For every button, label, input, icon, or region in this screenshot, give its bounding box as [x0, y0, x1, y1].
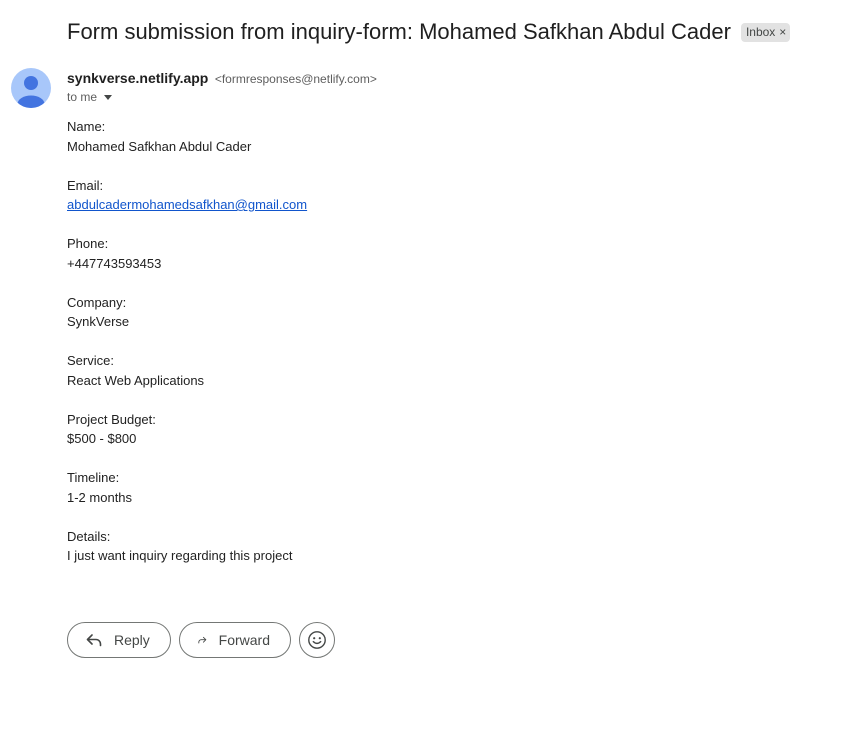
field-label: Details:: [67, 528, 111, 544]
field-value: SynkVerse: [67, 314, 130, 329]
sender-email: <formresponses@netlify.com>: [214, 72, 377, 86]
email-body: Name: Mohamed Safkhan Abdul Cader Email:…: [67, 117, 307, 585]
recipient-details-toggle[interactable]: to me: [67, 90, 113, 104]
field-project-budget: Project Budget: $500 - $800: [67, 410, 307, 469]
remove-label-icon[interactable]: ×: [779, 25, 786, 40]
forward-button[interactable]: Forward: [179, 622, 291, 658]
email-actions: Reply Forward: [67, 622, 343, 658]
field-value: Mohamed Safkhan Abdul Cader: [67, 138, 252, 154]
field-value: React Web Applications: [67, 372, 205, 388]
sender-avatar[interactable]: [11, 68, 51, 108]
email-link[interactable]: abdulcadermohamedsafkhan@gmail.com: [67, 197, 307, 212]
field-name: Name: Mohamed Safkhan Abdul Cader: [67, 117, 307, 176]
field-label: Project Budget:: [67, 411, 156, 427]
field-phone: Phone: +447743593453: [67, 234, 307, 293]
field-label: Timeline:: [67, 470, 120, 485]
field-label: Company:: [67, 294, 127, 310]
field-value: $500 - $800: [67, 431, 137, 446]
email-subject: Form submission from inquiry-form: Moham…: [67, 19, 731, 44]
field-label: Service:: [67, 353, 114, 368]
inbox-label-chip[interactable]: Inbox ×: [740, 22, 791, 42]
forward-arrow-icon: [198, 636, 207, 644]
chevron-down-icon[interactable]: [104, 94, 113, 100]
field-label: Phone:: [67, 236, 109, 251]
field-value: +447743593453: [67, 255, 162, 271]
sender-line: synkverse.netlify.app <formresponses@net…: [67, 70, 377, 88]
email-header: Form submission from inquiry-form: Moham…: [67, 19, 791, 45]
field-value: I just want inquiry regarding this proje…: [67, 548, 293, 563]
field-label: Email:: [67, 177, 104, 193]
field-label: Name:: [67, 119, 106, 134]
emoji-reaction-button[interactable]: [299, 622, 335, 658]
field-service: Service: React Web Applications: [67, 351, 307, 410]
field-email: Email: abdulcadermohamedsafkhan@gmail.co…: [67, 176, 307, 235]
recipient-text: to me: [67, 90, 98, 104]
field-value: 1-2 months: [67, 489, 133, 505]
reply-arrow-icon: [86, 634, 102, 647]
forward-label: Forward: [218, 632, 270, 648]
field-timeline: Timeline: 1-2 months: [67, 468, 307, 527]
inbox-label-text: Inbox: [745, 24, 776, 39]
person-icon: [17, 76, 45, 108]
reply-label: Reply: [114, 632, 150, 648]
smiley-icon: [308, 631, 326, 649]
field-company: Company: SynkVerse: [67, 293, 307, 352]
field-details: Details: I just want inquiry regarding t…: [67, 527, 307, 586]
sender-name[interactable]: synkverse.netlify.app: [67, 70, 208, 86]
field-value: abdulcadermohamedsafkhan@gmail.com: [67, 195, 307, 215]
reply-button[interactable]: Reply: [67, 622, 171, 658]
